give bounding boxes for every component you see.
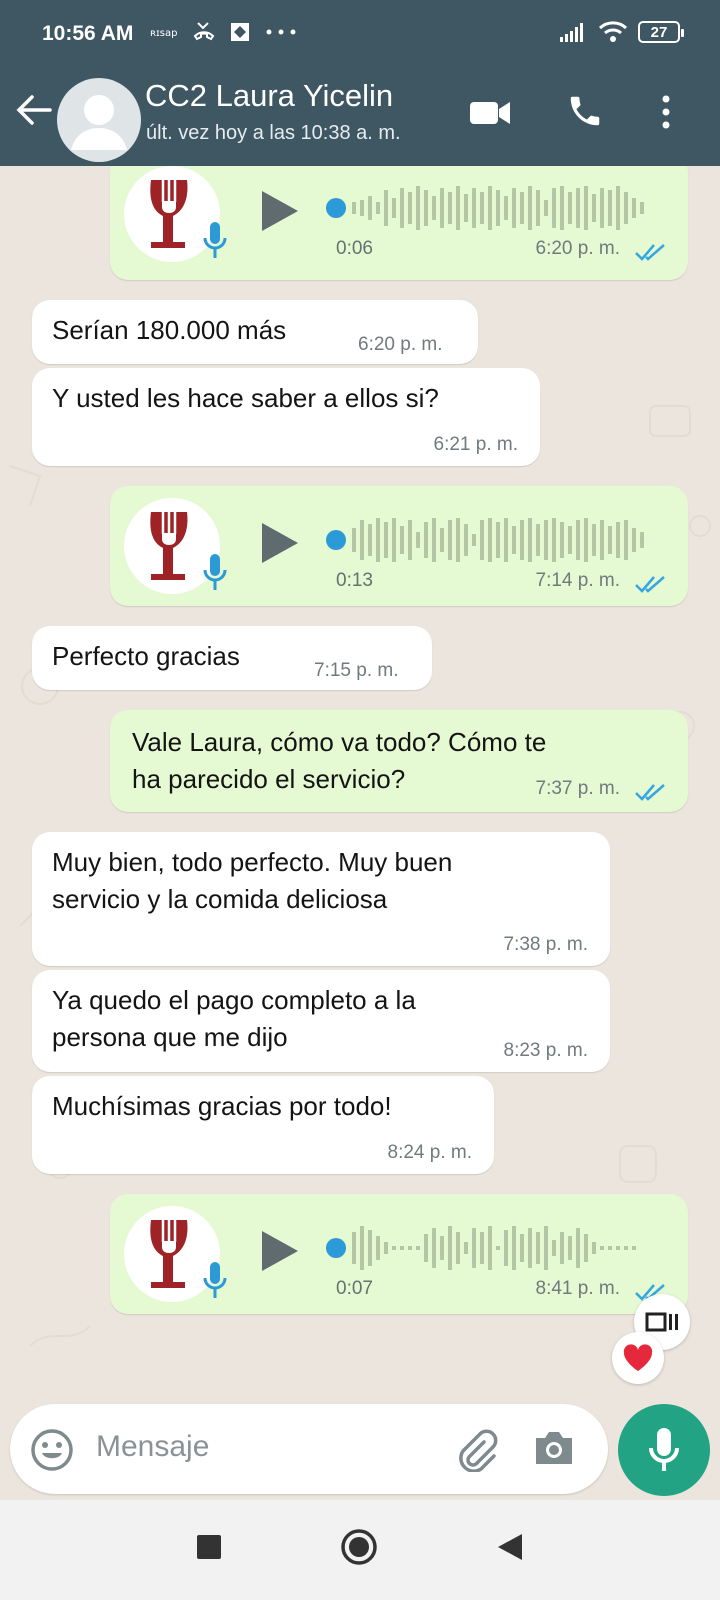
message-text: Muchísimas gracias por todo! xyxy=(52,1091,392,1121)
incoming-message[interactable]: Y usted les hace saber a ellos si? 6:21 … xyxy=(32,368,540,466)
incoming-message[interactable]: Serían 180.000 más 6:20 p. m. xyxy=(32,300,478,364)
more-vert-icon[interactable] xyxy=(660,94,672,130)
microphone-icon xyxy=(203,222,227,258)
message-time: 8:41 p. m. xyxy=(535,1278,621,1299)
message-time: 6:21 p. m. xyxy=(433,434,519,455)
message-text: Y usted les hace saber a ellos si? xyxy=(52,383,439,413)
message-text-line: persona que me dijo xyxy=(52,1022,288,1052)
audio-progress-handle[interactable] xyxy=(326,1238,346,1258)
message-time: 6:20 p. m. xyxy=(358,334,443,355)
incoming-message[interactable]: Perfecto gracias 7:15 p. m. xyxy=(32,626,432,690)
message-text: Perfecto gracias xyxy=(52,641,240,671)
message-time: 7:15 p. m. xyxy=(314,660,399,681)
carrier-icon: ʀɪsap xyxy=(150,28,177,39)
audio-duration: 0:07 xyxy=(336,1278,373,1299)
play-icon[interactable] xyxy=(258,188,300,234)
paperclip-icon[interactable] xyxy=(454,1428,498,1472)
status-system-icons: 27 xyxy=(558,20,684,44)
video-call-icon[interactable] xyxy=(468,96,512,130)
message-time: 8:24 p. m. xyxy=(387,1142,473,1163)
message-text-line: Vale Laura, cómo va todo? Cómo te xyxy=(132,727,547,757)
message-text-line: servicio y la comida deliciosa xyxy=(52,884,388,914)
camera-icon[interactable] xyxy=(532,1428,576,1468)
play-icon[interactable] xyxy=(258,520,300,566)
signal-icon xyxy=(560,23,583,42)
svg-text:ʀɪsap: ʀɪsap xyxy=(150,28,177,39)
avatar[interactable] xyxy=(57,78,141,162)
audio-duration: 0:06 xyxy=(336,238,373,259)
incoming-message[interactable]: Muy bien, todo perfecto. Muy buen servic… xyxy=(32,832,610,966)
message-list[interactable]: 0:06 6:20 p. m. Serían 180.000 más 6:20 … xyxy=(0,166,720,1400)
chat-header: CC2 Laura Yicelin últ. vez hoy a las 10:… xyxy=(0,70,720,166)
microphone-icon xyxy=(649,1428,679,1471)
play-icon[interactable] xyxy=(258,1228,300,1274)
pause-player-icon xyxy=(645,1312,678,1332)
default-avatar-icon xyxy=(71,95,127,150)
audio-message[interactable]: 0:06 6:20 p. m. xyxy=(110,166,688,280)
message-time: 7:37 p. m. xyxy=(535,778,621,799)
incoming-message[interactable]: Muchísimas gracias por todo! 8:24 p. m. xyxy=(32,1076,494,1174)
status-bar: 10:56 AM ʀɪsap 27 xyxy=(0,0,720,70)
emoji-icon[interactable] xyxy=(30,1428,74,1472)
arrow-left-icon[interactable] xyxy=(14,92,54,128)
message-time: 6:20 p. m. xyxy=(535,238,621,259)
read-receipt-icon xyxy=(635,244,665,261)
audio-duration: 0:13 xyxy=(336,570,373,591)
record-voice-button[interactable] xyxy=(618,1404,710,1496)
message-reaction[interactable] xyxy=(612,1332,664,1384)
status-time: 10:56 AM xyxy=(42,22,134,45)
message-composer[interactable]: Mensaje xyxy=(10,1404,608,1494)
read-receipt-icon xyxy=(635,576,665,593)
phone-icon[interactable] xyxy=(566,92,604,130)
message-input[interactable]: Mensaje xyxy=(96,1430,209,1464)
audio-progress-handle[interactable] xyxy=(326,198,346,218)
outgoing-message[interactable]: Vale Laura, cómo va todo? Cómo te ha par… xyxy=(110,710,688,812)
status-notification-icons: ʀɪsap xyxy=(150,20,298,44)
message-text-line: ha parecido el servicio? xyxy=(132,764,406,794)
message-text-line: Ya quedo el pago completo a la xyxy=(52,985,416,1015)
missed-call-icon xyxy=(193,22,215,41)
system-navigation-bar xyxy=(0,1500,720,1600)
message-text-line: Muy bien, todo perfecto. Muy buen xyxy=(52,847,453,877)
battery-indicator: 27 xyxy=(638,21,684,43)
microphone-icon xyxy=(203,554,227,590)
audio-waveform[interactable] xyxy=(348,1222,648,1274)
circle-icon[interactable] xyxy=(340,1528,378,1566)
contact-name[interactable]: CC2 Laura Yicelin xyxy=(145,78,393,114)
audio-message[interactable]: 0:13 7:14 p. m. xyxy=(110,486,688,606)
read-receipt-icon xyxy=(635,784,665,801)
last-seen-status: últ. vez hoy a las 10:38 a. m. xyxy=(146,122,401,144)
square-icon[interactable] xyxy=(196,1534,222,1560)
audio-waveform[interactable] xyxy=(348,182,648,234)
app-notification-icon xyxy=(231,23,249,41)
audio-message[interactable]: 0:07 8:41 p. m. xyxy=(110,1194,688,1314)
message-time: 8:23 p. m. xyxy=(503,1040,589,1061)
more-notifications-icon xyxy=(266,29,296,35)
message-text: Serían 180.000 más xyxy=(52,315,287,345)
triangle-back-icon[interactable] xyxy=(496,1532,524,1562)
heart-icon xyxy=(623,1344,653,1371)
incoming-message[interactable]: Ya quedo el pago completo a la persona q… xyxy=(32,970,610,1072)
microphone-icon xyxy=(203,1262,227,1298)
audio-progress-handle[interactable] xyxy=(326,530,346,550)
message-time: 7:38 p. m. xyxy=(503,934,589,955)
wifi-icon xyxy=(598,21,628,42)
audio-waveform[interactable] xyxy=(348,514,648,566)
message-time: 7:14 p. m. xyxy=(535,570,621,591)
